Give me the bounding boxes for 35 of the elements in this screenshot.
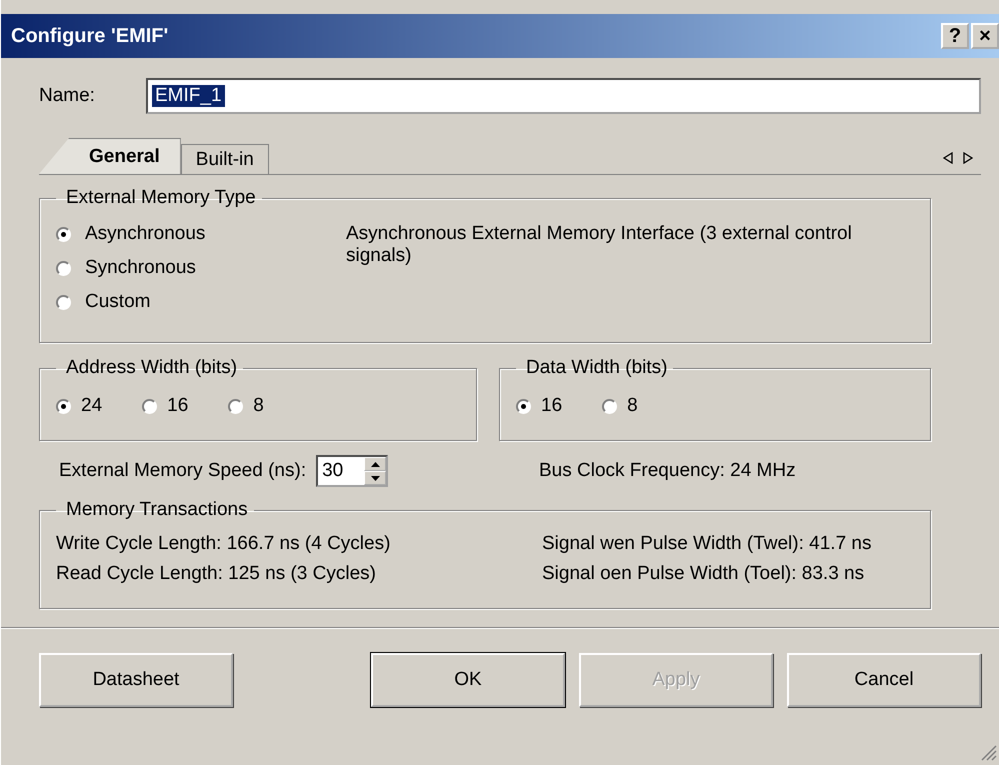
radio-option[interactable]: 8 <box>228 395 264 417</box>
radio-option[interactable]: 24 <box>56 395 102 417</box>
name-label: Name: <box>39 85 96 107</box>
speed-spinbox[interactable]: 30 <box>316 455 388 487</box>
tab[interactable]: Built-in <box>180 144 269 174</box>
name-field[interactable]: EMIF_1 <box>146 78 981 114</box>
transaction-text: Read Cycle Length: 125 ns (3 Cycles) <box>56 563 377 585</box>
description-text: Asynchronous External Memory Interface (3 external control signals) <box>346 223 853 268</box>
group-title: Data Width (bits) <box>525 357 668 379</box>
radio-option[interactable]: 16 <box>142 395 188 417</box>
dialog-button[interactable]: Cancel <box>787 653 981 707</box>
group-title: Memory Transactions <box>65 499 249 521</box>
transaction-text: Write Cycle Length: 166.7 ns (4 Cycles) <box>56 533 392 555</box>
transaction-text: Signal wen Pulse Width (Twel): 41.7 ns <box>542 533 872 555</box>
up-arrow-icon[interactable] <box>370 462 380 466</box>
radio-option[interactable]: Custom <box>56 291 346 313</box>
close-button[interactable]: × <box>971 23 999 49</box>
help-button[interactable]: ? <box>941 23 969 49</box>
tab[interactable]: General <box>39 138 181 174</box>
resize-grip-icon[interactable] <box>979 743 997 761</box>
radio-option[interactable]: Synchronous <box>56 257 346 279</box>
group-title: External Memory Type <box>65 187 257 209</box>
group-title: Address Width (bits) <box>65 357 238 379</box>
dialog-button[interactable]: Datasheet <box>39 653 233 707</box>
down-arrow-icon[interactable] <box>370 476 380 480</box>
radio-option[interactable]: Asynchronous <box>56 223 346 245</box>
transaction-text: Signal oen Pulse Width (Toel): 83.3 ns <box>542 563 864 585</box>
radio-option[interactable]: 16 <box>516 395 562 417</box>
dialog-button[interactable]: OK <box>371 653 565 707</box>
window-title: Configure 'EMIF' <box>11 24 168 48</box>
scroll-left-icon[interactable] <box>943 152 953 164</box>
scroll-right-icon[interactable] <box>963 152 973 164</box>
speed-label: External Memory Speed (ns): <box>59 460 306 482</box>
bus-clock-text: Bus Clock Frequency: 24 MHz <box>539 460 796 482</box>
radio-option[interactable]: 8 <box>602 395 638 417</box>
